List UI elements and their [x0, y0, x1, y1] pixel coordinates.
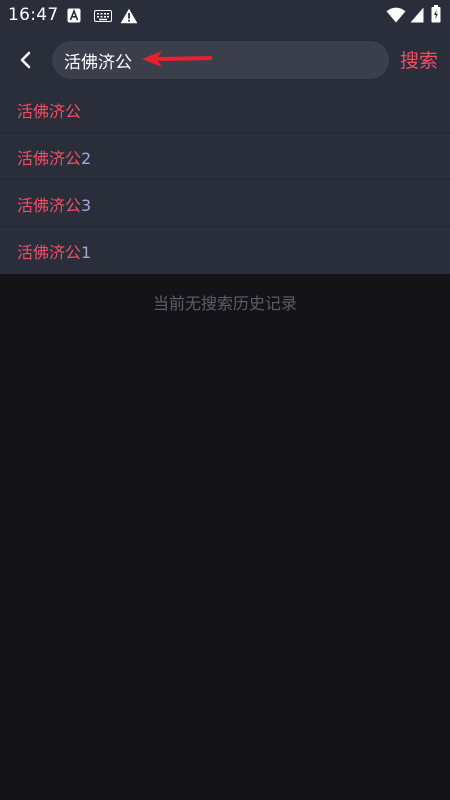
suggestion-item[interactable]: 活佛济公	[0, 86, 450, 133]
wifi-icon	[386, 7, 406, 23]
suggestion-item[interactable]: 活佛济公2	[0, 133, 450, 180]
suggestion-rest: 2	[81, 149, 92, 168]
search-header: 搜索	[0, 40, 450, 80]
keyboard-icon	[94, 10, 112, 22]
suggestion-text: 活佛济公2	[17, 145, 91, 169]
suggestion-match: 活佛济公	[17, 196, 82, 215]
suggestion-match: 活佛济公	[17, 149, 82, 168]
suggestion-text: 活佛济公1	[17, 239, 91, 263]
suggestion-item[interactable]: 活佛济公3	[0, 180, 450, 227]
red-arrow-icon	[142, 51, 212, 67]
suggestion-text: 活佛济公3	[17, 192, 91, 216]
suggestion-rest: 1	[81, 243, 92, 262]
chevron-left-icon	[20, 51, 31, 69]
back-button[interactable]	[12, 46, 40, 74]
suggestion-match: 活佛济公	[17, 243, 82, 262]
suggestion-item[interactable]: 活佛济公1	[0, 227, 450, 274]
suggestion-list: 活佛济公 活佛济公2 活佛济公3 活佛济公1	[0, 86, 450, 274]
status-bar: 16:47	[0, 0, 450, 32]
battery-icon	[431, 5, 441, 23]
suggestion-text: 活佛济公	[17, 98, 81, 122]
signal-icon	[410, 7, 424, 23]
suggestion-rest: 3	[81, 196, 92, 215]
search-box[interactable]	[52, 41, 389, 79]
warning-icon	[120, 8, 138, 24]
search-button[interactable]: 搜索	[400, 46, 438, 73]
status-time: 16:47	[8, 5, 59, 25]
suggestion-match: 活佛济公	[17, 102, 82, 121]
empty-history-message: 当前无搜索历史记录	[152, 294, 297, 313]
app-a-icon	[67, 8, 81, 23]
